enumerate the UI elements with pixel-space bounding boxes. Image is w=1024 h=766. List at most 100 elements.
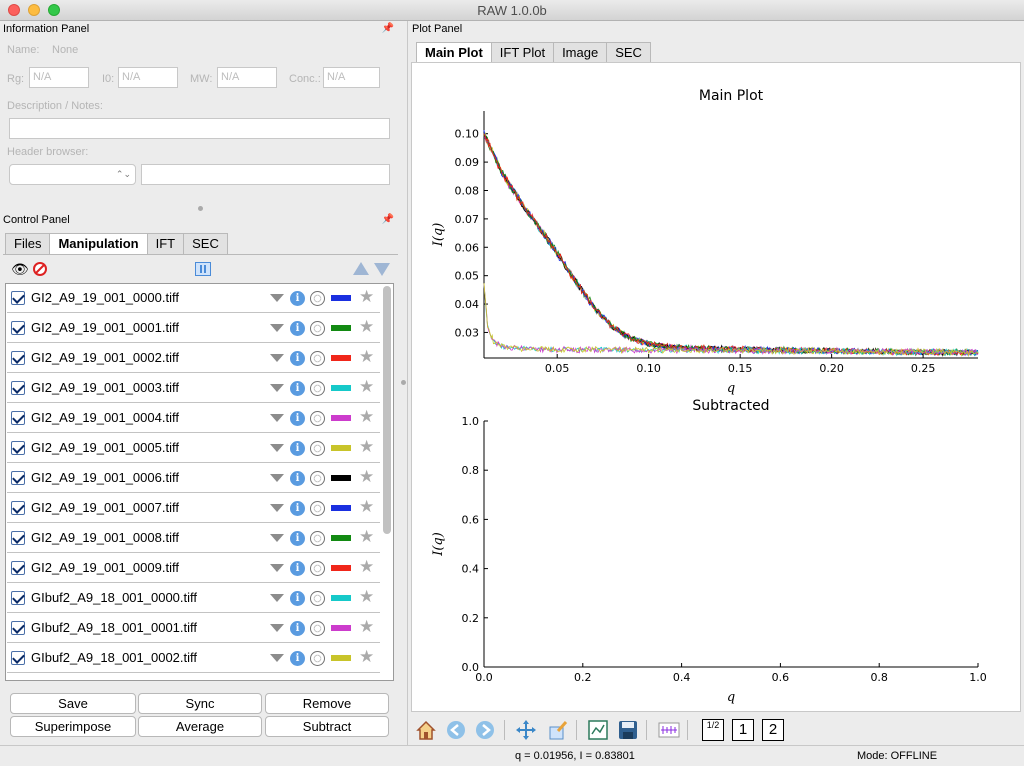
- target-icon[interactable]: [310, 501, 325, 516]
- file-row[interactable]: GI2_A9_19_001_0008.tiff i ★: [7, 524, 380, 553]
- star-icon[interactable]: ★: [359, 317, 374, 337]
- file-checkbox[interactable]: [11, 381, 25, 395]
- back-icon[interactable]: [445, 719, 467, 741]
- star-icon[interactable]: ★: [359, 497, 374, 517]
- info-icon[interactable]: i: [290, 531, 305, 546]
- line-color-swatch[interactable]: [331, 415, 351, 421]
- plot-figure[interactable]: Main Plot 0.05 0.10 0.15 0.20 0.25 0.03 0.04 0.0…: [412, 63, 1020, 711]
- line-color-swatch[interactable]: [331, 445, 351, 451]
- tab-ift[interactable]: IFT: [146, 233, 185, 254]
- remove-button[interactable]: Remove: [265, 693, 389, 714]
- star-icon[interactable]: ★: [359, 557, 374, 577]
- info-icon[interactable]: i: [290, 651, 305, 666]
- file-checkbox[interactable]: [11, 651, 25, 665]
- line-color-swatch[interactable]: [331, 475, 351, 481]
- line-options-dropdown-icon[interactable]: [270, 654, 284, 662]
- subplot-both-button[interactable]: 1/2: [702, 719, 724, 741]
- header-value-field[interactable]: [141, 164, 390, 185]
- i0-field[interactable]: N/A: [118, 67, 178, 88]
- hide-icon[interactable]: [33, 262, 47, 276]
- target-icon[interactable]: [310, 321, 325, 336]
- target-icon[interactable]: [310, 591, 325, 606]
- file-checkbox[interactable]: [11, 441, 25, 455]
- subplot-1-button[interactable]: 1: [732, 719, 754, 741]
- star-icon[interactable]: ★: [359, 287, 374, 307]
- line-options-dropdown-icon[interactable]: [270, 594, 284, 602]
- target-icon[interactable]: [310, 471, 325, 486]
- line-options-dropdown-icon[interactable]: [270, 504, 284, 512]
- plot-canvas[interactable]: Main Plot 0.05 0.10 0.15 0.20 0.25 0.03 0.04 0.0…: [411, 62, 1021, 712]
- star-icon[interactable]: ★: [359, 377, 374, 397]
- save-icon[interactable]: [617, 719, 639, 741]
- subplot-config-icon[interactable]: [587, 719, 609, 741]
- tab-files[interactable]: Files: [5, 233, 51, 254]
- line-color-swatch[interactable]: [331, 385, 351, 391]
- file-row[interactable]: GIbuf2_A9_18_001_0002.tiff i ★: [7, 644, 380, 673]
- info-icon[interactable]: i: [290, 381, 305, 396]
- star-icon[interactable]: ★: [359, 437, 374, 457]
- file-row[interactable]: GI2_A9_19_001_0006.tiff i ★: [7, 464, 380, 493]
- conc-field[interactable]: N/A: [323, 67, 380, 88]
- minimize-window-button[interactable]: [28, 4, 40, 16]
- target-icon[interactable]: [310, 381, 325, 396]
- superimpose-button[interactable]: Superimpose: [10, 716, 136, 737]
- save-button[interactable]: Save: [10, 693, 136, 714]
- collapse-icon[interactable]: [195, 262, 211, 276]
- file-row[interactable]: GI2_A9_19_001_0009.tiff i ★: [7, 554, 380, 583]
- file-row[interactable]: GI2_A9_19_001_0005.tiff i ★: [7, 434, 380, 463]
- average-button[interactable]: Average: [138, 716, 262, 737]
- target-icon[interactable]: [310, 531, 325, 546]
- pin-icon[interactable]: 📌: [382, 212, 394, 228]
- star-icon[interactable]: ★: [359, 347, 374, 367]
- move-up-icon[interactable]: [353, 262, 369, 275]
- tab-sec-plot[interactable]: SEC: [606, 42, 651, 63]
- line-options-dropdown-icon[interactable]: [270, 624, 284, 632]
- info-icon[interactable]: i: [290, 471, 305, 486]
- star-icon[interactable]: ★: [359, 587, 374, 607]
- tab-main-plot[interactable]: Main Plot: [416, 42, 492, 63]
- file-checkbox[interactable]: [11, 621, 25, 635]
- target-icon[interactable]: [310, 411, 325, 426]
- line-color-swatch[interactable]: [331, 565, 351, 571]
- info-icon[interactable]: i: [290, 291, 305, 306]
- line-options-dropdown-icon[interactable]: [270, 564, 284, 572]
- line-options-dropdown-icon[interactable]: [270, 534, 284, 542]
- line-color-swatch[interactable]: [331, 655, 351, 661]
- line-options-dropdown-icon[interactable]: [270, 384, 284, 392]
- sync-button[interactable]: Sync: [138, 693, 262, 714]
- zoom-window-button[interactable]: [48, 4, 60, 16]
- line-options-dropdown-icon[interactable]: [270, 294, 284, 302]
- file-row[interactable]: GI2_A9_19_001_0004.tiff i ★: [7, 404, 380, 433]
- file-row[interactable]: GI2_A9_19_001_0002.tiff i ★: [7, 344, 380, 373]
- file-row[interactable]: GI2_A9_19_001_0007.tiff i ★: [7, 494, 380, 523]
- line-color-swatch[interactable]: [331, 355, 351, 361]
- target-icon[interactable]: [310, 291, 325, 306]
- line-options-dropdown-icon[interactable]: [270, 354, 284, 362]
- file-checkbox[interactable]: [11, 351, 25, 365]
- star-icon[interactable]: ★: [359, 527, 374, 547]
- info-icon[interactable]: i: [290, 411, 305, 426]
- file-row[interactable]: GI2_A9_19_001_0000.tiff i ★: [7, 284, 380, 313]
- file-checkbox[interactable]: [11, 531, 25, 545]
- eye-icon[interactable]: 👁: [11, 261, 29, 278]
- tab-ift-plot[interactable]: IFT Plot: [490, 42, 555, 63]
- header-browser-select[interactable]: ⌃⌄: [9, 164, 136, 185]
- star-icon[interactable]: ★: [359, 617, 374, 637]
- file-row[interactable]: GIbuf2_A9_18_001_0000.tiff i ★: [7, 584, 380, 613]
- splitter-handle[interactable]: [198, 206, 203, 211]
- line-options-dropdown-icon[interactable]: [270, 414, 284, 422]
- target-icon[interactable]: [310, 441, 325, 456]
- file-list[interactable]: GI2_A9_19_001_0000.tiff i ★ GI2_A9_19_001_0…: [5, 283, 394, 681]
- file-row[interactable]: GIbuf2_A9_18_001_0001.tiff i ★: [7, 614, 380, 643]
- file-list-scrollbar[interactable]: [383, 286, 391, 534]
- line-color-swatch[interactable]: [331, 625, 351, 631]
- file-checkbox[interactable]: [11, 501, 25, 515]
- pin-icon[interactable]: 📌: [382, 21, 394, 37]
- errorbar-icon[interactable]: [658, 719, 680, 741]
- target-icon[interactable]: [310, 651, 325, 666]
- info-icon[interactable]: i: [290, 501, 305, 516]
- file-checkbox[interactable]: [11, 411, 25, 425]
- target-icon[interactable]: [310, 351, 325, 366]
- target-icon[interactable]: [310, 561, 325, 576]
- line-color-swatch[interactable]: [331, 325, 351, 331]
